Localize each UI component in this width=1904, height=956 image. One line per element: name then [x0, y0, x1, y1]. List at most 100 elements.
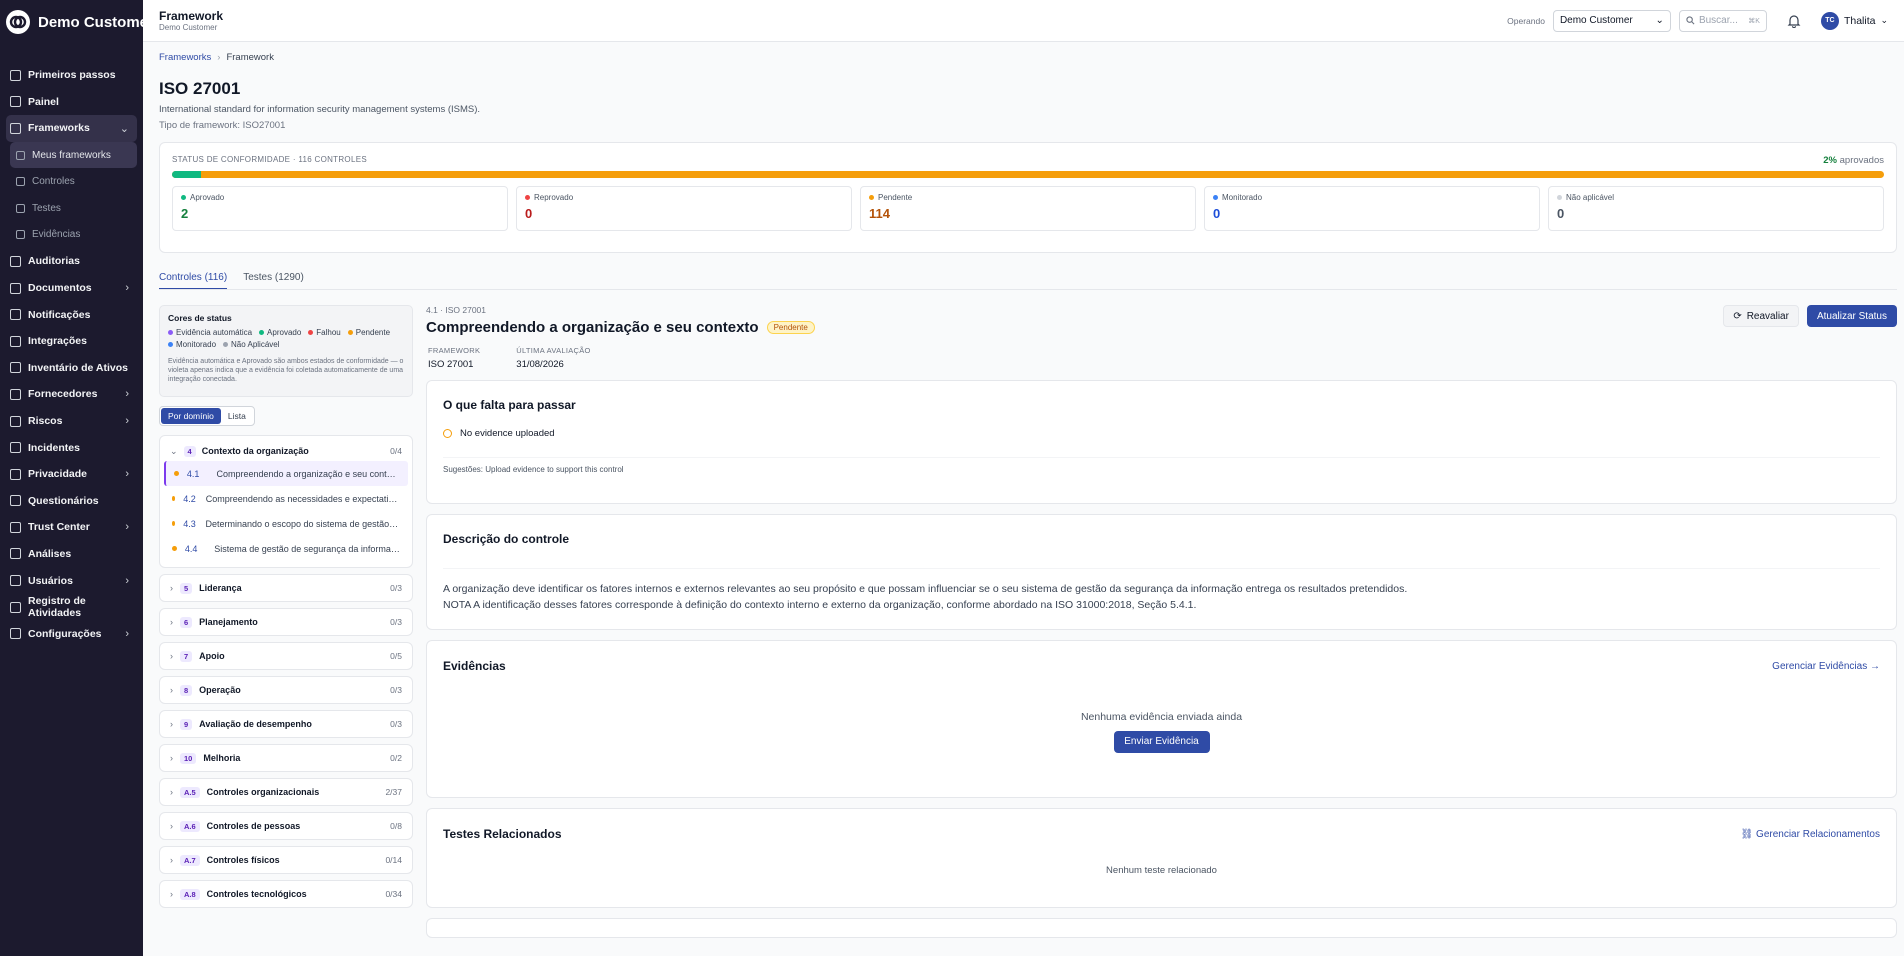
sidebar-item-controles[interactable]: Controles [10, 168, 137, 195]
chevron-right-icon: › [170, 583, 173, 593]
domain-group[interactable]: › 10 Melhoria 0/2 [159, 744, 413, 772]
sidebar-item-meus-frameworks[interactable]: Meus frameworks [10, 141, 137, 169]
brand-name: Demo Customer [38, 13, 143, 31]
sidebar-item-configuracoes[interactable]: Configurações › [6, 620, 137, 647]
control-id: 4.1 [186, 468, 200, 479]
sidebar-item-painel[interactable]: Painel [6, 89, 137, 116]
sidebar-item-privacidade[interactable]: Privacidade › [6, 461, 137, 488]
domain-group[interactable]: › 6 Planejamento 0/3 [159, 608, 413, 636]
control-item[interactable]: 4.1 Compreendendo a organização e seu con… [164, 461, 408, 486]
domain-group[interactable]: › A.7 Controles físicos 0/14 [159, 846, 413, 874]
sidebar-item-frameworks[interactable]: Frameworks ⌄ [6, 115, 137, 142]
reevaluate-button[interactable]: ⟳ Reavaliar [1723, 305, 1799, 327]
legend-items: Evidência automática Aprovado Falhou Pen… [168, 328, 404, 349]
building-icon [10, 388, 21, 400]
domain-header[interactable]: ⌄ 4 Contexto da organização 0/4 [164, 441, 408, 461]
sidebar-item-testes[interactable]: Testes [10, 195, 137, 222]
sidebar-item-label: Registro de Atividades [28, 595, 86, 620]
sidebar-item-riscos[interactable]: Riscos › [6, 408, 137, 435]
legend-dot [347, 330, 353, 335]
tab-testes[interactable]: Testes (1290) [243, 272, 304, 289]
stat-monitorado[interactable]: Monitorado 0 [1204, 186, 1540, 231]
sidebar-item-label: Privacidade [28, 468, 87, 481]
sidebar-item-incidentes[interactable]: Incidentes [6, 434, 137, 461]
operating-select[interactable]: Demo Customer ⌄ [1552, 9, 1671, 32]
domain-group[interactable]: › 9 Avaliação de desempenho 0/3 [159, 710, 413, 738]
shield-icon [16, 230, 25, 240]
legend-label: Falhou [316, 328, 341, 337]
sidebar-item-trust-center[interactable]: Trust Center › [6, 514, 137, 541]
domain-group[interactable]: › 8 Operação 0/3 [159, 676, 413, 704]
user-menu[interactable]: TC Thalita ⌄ [1820, 11, 1888, 30]
legend-item: Aprovado [259, 328, 301, 337]
stat-pendente[interactable]: Pendente 114 [860, 186, 1196, 231]
domain-group[interactable]: › A.6 Controles de pessoas 0/8 [159, 812, 413, 840]
search-input[interactable]: Buscar... ⌘K [1678, 9, 1767, 32]
domain-group[interactable]: › 7 Apoio 0/5 [159, 642, 413, 670]
legend-dot [223, 342, 229, 347]
control-item[interactable]: 4.2 Compreendendo as necessidades e expec… [164, 486, 408, 511]
stat-reprovado[interactable]: Reprovado 0 [516, 186, 852, 231]
control-item[interactable]: 4.4 Sistema de gestão de segurança da inf… [164, 536, 408, 561]
chevron-down-icon: ⌄ [1655, 15, 1664, 26]
domain-count: 2/37 [385, 787, 402, 797]
manage-relationships-link[interactable]: ⛓ Gerenciar Relacionamentos [1741, 829, 1880, 840]
brand-logo-icon [6, 10, 30, 34]
domain-count: 0/3 [390, 685, 402, 695]
update-status-button[interactable]: Atualizar Status [1806, 305, 1897, 327]
stat-aprovado[interactable]: Aprovado 2 [172, 186, 508, 231]
gear-icon [10, 628, 21, 640]
manage-relationships-label: Gerenciar Relacionamentos [1756, 828, 1880, 840]
domain-name: Controles tecnológicos [206, 889, 307, 899]
sidebar-item-fornecedores[interactable]: Fornecedores › [6, 381, 137, 408]
domain-count: 0/3 [390, 583, 402, 593]
control-item[interactable]: 4.3 Determinando o escopo do sistema de g… [164, 511, 408, 536]
file-icon [16, 150, 25, 160]
control-title-row: Compreendendo a organização e seu contex… [426, 319, 815, 336]
sidebar-item-evidencias[interactable]: Evidências [10, 222, 137, 249]
tab-controles[interactable]: Controles (116) [159, 272, 228, 289]
sidebar-item-label: Evidências [32, 229, 81, 241]
description-line: A organização deve identificar os fatore… [443, 583, 1408, 595]
domain-count: 0/2 [390, 753, 402, 763]
controls-tree-panel: Cores de status Evidência automática Apr… [159, 305, 413, 938]
sidebar-item-notificacoes[interactable]: Notificações [6, 301, 137, 328]
manage-evidence-link[interactable]: Gerenciar Evidências → [1772, 661, 1880, 672]
compliance-progress-fill [172, 171, 202, 178]
evidence-empty-text: Nenhuma evidência enviada ainda [1080, 711, 1243, 723]
domain-count: 0/14 [385, 855, 402, 865]
domain-number: 6 [180, 616, 193, 628]
stat-nao-aplicavel[interactable]: Não aplicável 0 [1548, 186, 1884, 231]
brand[interactable]: Demo Customer [0, 0, 143, 44]
send-evidence-button[interactable]: Enviar Evidência [1113, 731, 1210, 753]
sidebar-item-inventario[interactable]: Inventário de Ativos [6, 355, 137, 382]
chevron-right-icon: › [125, 468, 129, 481]
sidebar-item-usuarios[interactable]: Usuários › [6, 567, 137, 594]
sidebar-item-label: Notificações [28, 308, 91, 321]
view-by-domain-button[interactable]: Por domínio [161, 408, 221, 424]
sidebar-item-integracoes[interactable]: Integrações [6, 328, 137, 355]
breadcrumb-current: Framework [226, 52, 274, 63]
main-area: Framework Demo Customer Operando Demo Cu… [143, 0, 1904, 956]
breadcrumb-frameworks-link[interactable]: Frameworks [159, 52, 211, 63]
control-info: FRAMEWORK ISO 27001 ÚLTIMA AVALIAÇÃO 31/08… [428, 346, 1897, 370]
bell-icon[interactable] [1787, 14, 1801, 28]
sidebar-item-questionarios[interactable]: Questionários [6, 488, 137, 515]
sidebar-item-registro-atividades[interactable]: Registro de Atividades [6, 594, 137, 621]
compliance-progress-bar [172, 171, 1884, 178]
control-title: Compreendendo a organização e seu contex… [426, 319, 759, 336]
domain-number: 7 [180, 650, 193, 662]
rocket-icon [10, 69, 21, 81]
sidebar-item-auditorias[interactable]: Auditorias [6, 248, 137, 275]
stat-value: 2 [181, 206, 189, 221]
sidebar-item-analises[interactable]: Análises [6, 541, 137, 568]
domain-group[interactable]: › A.5 Controles organizacionais 2/37 [159, 778, 413, 806]
sidebar-item-documentos[interactable]: Documentos › [6, 275, 137, 302]
control-id: 4.3 [183, 518, 196, 529]
view-list-button[interactable]: Lista [221, 408, 253, 424]
sidebar-item-label: Documentos [28, 282, 92, 295]
sidebar-item-primeiros-passos[interactable]: Primeiros passos [6, 62, 137, 89]
status-dot [525, 195, 530, 200]
domain-group[interactable]: › A.8 Controles tecnológicos 0/34 [159, 880, 413, 908]
domain-group[interactable]: › 5 Liderança 0/3 [159, 574, 413, 602]
